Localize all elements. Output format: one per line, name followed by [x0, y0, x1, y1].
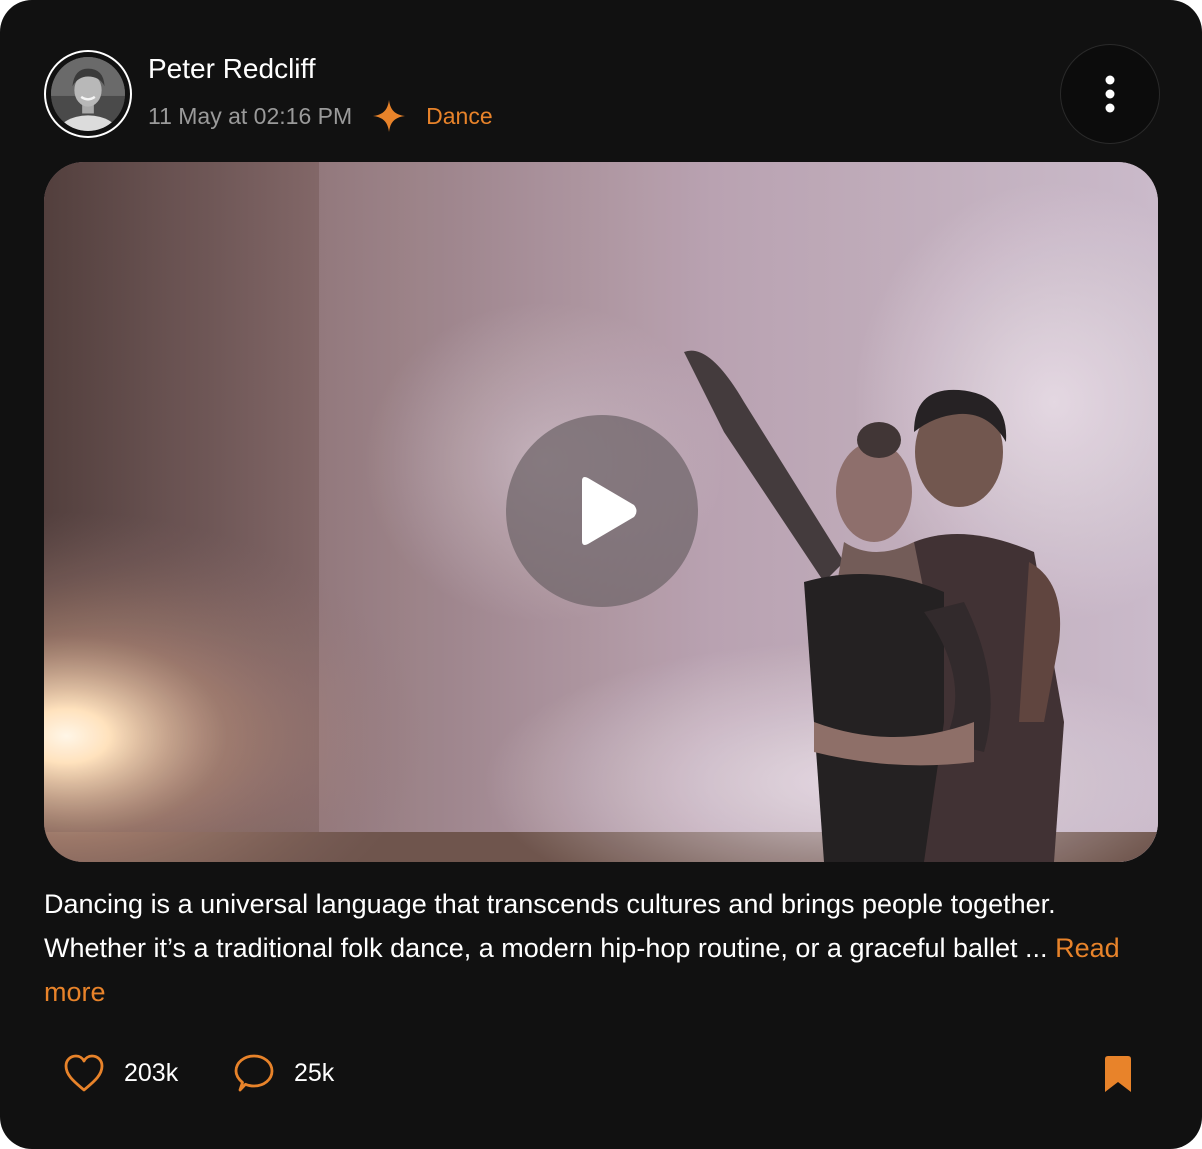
author-name[interactable]: Peter Redcliff — [148, 52, 316, 86]
play-icon — [582, 477, 637, 545]
comment-icon — [234, 1054, 274, 1092]
avatar-photo — [51, 57, 125, 131]
avatar[interactable] — [44, 50, 132, 138]
comment-count: 25k — [294, 1058, 335, 1087]
comment-button[interactable]: 25k — [232, 1050, 334, 1096]
post-timestamp: 11 May at 02:16 PM — [148, 102, 353, 129]
like-count: 203k — [124, 1058, 179, 1087]
like-button[interactable]: 203k — [62, 1050, 178, 1096]
post-card: Peter Redcliff 11 May at 02:16 PM Dance — [0, 0, 1202, 1149]
more-vertical-icon — [1105, 75, 1115, 113]
bookmark-button[interactable] — [1098, 1052, 1138, 1096]
post-meta: 11 May at 02:16 PM Dance — [148, 98, 493, 134]
bookmark-icon — [1105, 1056, 1131, 1092]
post-video[interactable] — [44, 162, 1158, 862]
post-caption: Dancing is a universal language that tra… — [44, 882, 1154, 1014]
category-tag[interactable]: Dance — [426, 103, 492, 130]
sparkle-icon — [373, 100, 406, 132]
play-button[interactable] — [506, 415, 698, 607]
heart-icon — [64, 1054, 104, 1092]
caption-text: Dancing is a universal language that tra… — [44, 889, 1056, 963]
more-options-button[interactable] — [1060, 44, 1160, 144]
